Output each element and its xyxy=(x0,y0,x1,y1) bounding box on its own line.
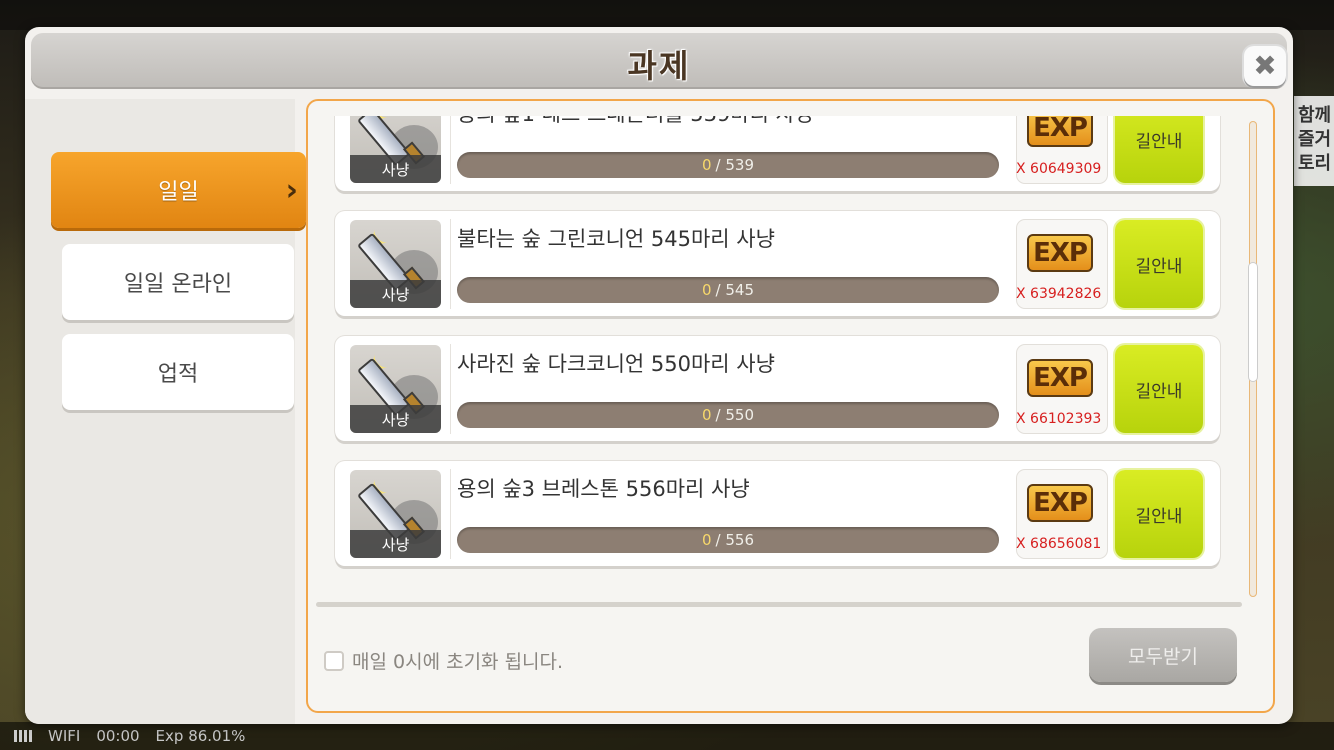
clock: 00:00 xyxy=(96,727,140,745)
collect-all-button[interactable]: 모두받기 xyxy=(1089,628,1237,682)
quest-reward: EXP X 68656081 xyxy=(1016,470,1107,558)
category-nav: 일일 › 일일 온라인 업적 xyxy=(25,99,306,724)
list-divider xyxy=(316,602,1242,607)
quest-progress-bar: 0 / 556 xyxy=(457,527,999,553)
guide-button[interactable]: 길안내 xyxy=(1115,220,1203,308)
scrollbar[interactable] xyxy=(1249,121,1257,597)
chevron-right-icon: › xyxy=(285,172,298,208)
close-button[interactable]: ✖ xyxy=(1244,46,1286,86)
reward-amount: X 68656081 xyxy=(1016,536,1102,552)
quest-reward: EXP X 63942826 xyxy=(1016,220,1107,308)
dialog-title: 과제 xyxy=(627,47,691,85)
quest-title: 용의 숲3 브레스톤 556마리 사냥 xyxy=(457,477,750,501)
quest-reward: EXP X 66102393 xyxy=(1016,345,1107,433)
guide-button[interactable]: 길안내 xyxy=(1115,116,1203,183)
reset-notice-text: 매일 0시에 초기화 됩니다. xyxy=(352,651,564,673)
progress-current: 0 xyxy=(702,406,712,424)
quest-reward: EXP X 60649309 xyxy=(1016,116,1107,183)
dialog-header: 과제 ✖ xyxy=(31,33,1287,89)
progress-total: / 550 xyxy=(715,406,754,424)
signal-icon xyxy=(14,730,32,742)
quest-type-label: 사냥 xyxy=(350,280,441,308)
progress-total: / 545 xyxy=(715,281,754,299)
exp-icon: EXP xyxy=(1027,484,1093,522)
nav-item-label: 일일 온라인 xyxy=(123,272,233,297)
exp-icon: EXP xyxy=(1027,359,1093,397)
quest-progress-bar: 0 / 539 xyxy=(457,152,999,178)
hunt-sword-icon: ✦ 사냥 xyxy=(350,470,441,558)
close-icon: ✖ xyxy=(1253,49,1277,82)
quest-title: 불타는 숲 그린코니언 545마리 사냥 xyxy=(457,227,775,251)
hunt-sword-icon: ✦ 사냥 xyxy=(350,345,441,433)
quest-panel: ✦ 사냥 용의 숲1 레드 드레곤터를 539마리 사냥 0 / 539 EXP… xyxy=(306,99,1275,713)
nav-item-daily-online[interactable]: 일일 온라인 xyxy=(62,244,294,320)
quest-item: ✦ 사냥 불타는 숲 그린코니언 545마리 사냥 0 / 545 EXP X … xyxy=(335,211,1220,316)
reward-amount: X 66102393 xyxy=(1016,411,1102,427)
game-top-hud xyxy=(0,0,1334,30)
nav-item-daily[interactable]: 일일 › xyxy=(51,152,306,228)
guide-button[interactable]: 길안내 xyxy=(1115,470,1203,558)
quest-title: 사라진 숲 다크코니언 550마리 사냥 xyxy=(457,352,775,376)
exp-icon: EXP xyxy=(1027,116,1093,147)
quest-type-label: 사냥 xyxy=(350,405,441,433)
reward-amount: X 60649309 xyxy=(1016,161,1102,177)
quest-item: ✦ 사냥 용의 숲3 브레스톤 556마리 사냥 0 / 556 EXP X 6… xyxy=(335,461,1220,566)
hunt-sword-icon: ✦ 사냥 xyxy=(350,116,441,183)
progress-current: 0 xyxy=(702,281,712,299)
progress-current: 0 xyxy=(702,531,712,549)
reset-checkbox[interactable] xyxy=(324,650,344,671)
network-label: WIFI xyxy=(48,727,81,745)
progress-total: / 539 xyxy=(715,156,754,174)
quest-item: ✦ 사냥 사라진 숲 다크코니언 550마리 사냥 0 / 550 EXP X … xyxy=(335,336,1220,441)
reward-amount: X 63942826 xyxy=(1016,286,1102,302)
scrollbar-thumb[interactable] xyxy=(1249,263,1257,381)
quest-progress-bar: 0 / 550 xyxy=(457,402,999,428)
quest-progress-bar: 0 / 545 xyxy=(457,277,999,303)
nav-item-achievements[interactable]: 업적 xyxy=(62,334,294,410)
progress-total: / 556 xyxy=(715,531,754,549)
quest-list: ✦ 사냥 용의 숲1 레드 드레곤터를 539마리 사냥 0 / 539 EXP… xyxy=(335,116,1220,586)
hunt-sword-icon: ✦ 사냥 xyxy=(350,220,441,308)
guide-button[interactable]: 길안내 xyxy=(1115,345,1203,433)
progress-current: 0 xyxy=(702,156,712,174)
quest-item: ✦ 사냥 용의 숲1 레드 드레곤터를 539마리 사냥 0 / 539 EXP… xyxy=(335,116,1220,191)
quest-type-label: 사냥 xyxy=(350,530,441,558)
nav-item-label: 일일 xyxy=(158,180,199,205)
exp-percent: Exp 86.01% xyxy=(155,727,246,745)
reset-notice: 매일 0시에 초기화 됩니다. xyxy=(324,647,563,674)
quest-dialog: 과제 ✖ 일일 › 일일 온라인 업적 ✦ 사냥 용의 xyxy=(25,27,1293,724)
exp-icon: EXP xyxy=(1027,234,1093,272)
quest-list-viewport[interactable]: ✦ 사냥 용의 숲1 레드 드레곤터를 539마리 사냥 0 / 539 EXP… xyxy=(308,116,1248,604)
nav-item-label: 업적 xyxy=(157,362,199,387)
quest-title: 용의 숲1 레드 드레곤터를 539마리 사냥 xyxy=(457,116,814,128)
status-bar: WIFI 00:00 Exp 86.01% xyxy=(0,722,1334,750)
quest-type-label: 사냥 xyxy=(350,155,441,183)
side-hint-text: 함께 즐거 토리 xyxy=(1294,96,1334,186)
